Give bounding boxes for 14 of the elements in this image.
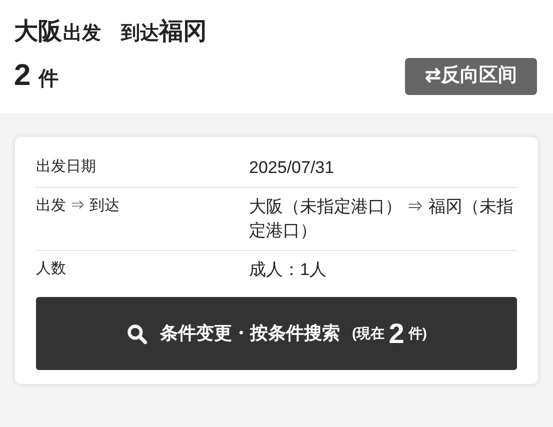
destination-name: 福冈 — [159, 17, 207, 47]
reverse-route-button[interactable]: ⇄反向区间 — [405, 58, 537, 95]
search-icon — [126, 322, 148, 344]
condition-label: 出发日期 — [36, 157, 97, 177]
result-count: 2 — [14, 61, 31, 91]
origin-name: 大阪 — [14, 17, 62, 47]
condition-value: 大阪（未指定港口） ⇒ 福冈（未指定港口） — [249, 196, 514, 242]
condition-value: 2025/07/31 — [249, 157, 336, 179]
condition-label: 人数 — [36, 259, 67, 279]
condition-value: 成人：1人 — [249, 259, 328, 281]
count-unit: 件 — [38, 67, 59, 92]
condition-label: 出发 ⇒ 到达 — [36, 196, 120, 216]
origin-suffix: 出发 — [63, 22, 101, 46]
destination-prefix: 到达 — [121, 23, 159, 46]
